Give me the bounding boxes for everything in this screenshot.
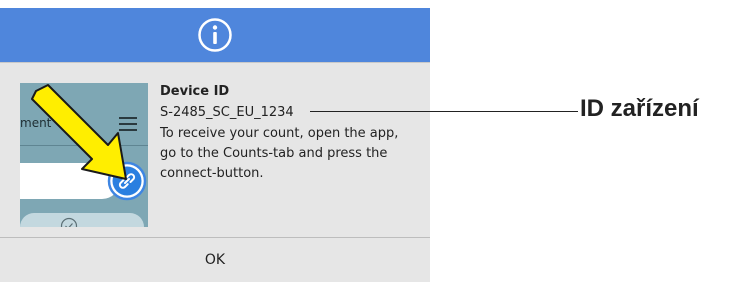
illustration-divider (20, 145, 148, 146)
header-divider (0, 62, 430, 63)
device-id-title: Device ID (160, 84, 230, 99)
info-icon (198, 18, 232, 52)
device-id-dialog: ment Device ID S-2485_SC_EU_1234 To rece… (0, 8, 430, 282)
check-circle-icon (60, 217, 78, 227)
illustration-input-field (20, 163, 120, 199)
device-id-value: S-2485_SC_EU_1234 (160, 105, 294, 120)
hamburger-menu-icon (119, 117, 137, 131)
illustration-card (20, 213, 144, 227)
app-illustration: ment (20, 83, 148, 227)
ok-button[interactable]: OK (0, 238, 430, 282)
illustration-header (20, 83, 148, 145)
callout-label: ID zařízení (580, 95, 699, 122)
callout-line (310, 111, 578, 112)
illustration-header-label: ment (20, 116, 52, 130)
link-icon (107, 161, 147, 201)
dialog-header (0, 8, 430, 62)
instructions-text: To receive your count, open the app, go … (160, 126, 399, 181)
